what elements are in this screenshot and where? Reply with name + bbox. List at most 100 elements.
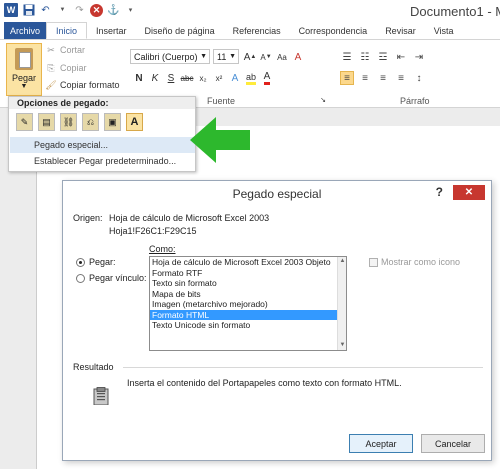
help-button[interactable]: ? (436, 185, 443, 199)
green-arrow-icon (190, 117, 250, 163)
format-list-item[interactable]: Imagen (metarchivo mejorado) (150, 299, 346, 310)
chevron-down-icon: ▼ (200, 53, 207, 60)
scroll-up-icon[interactable]: ▲ (338, 257, 347, 266)
format-listbox[interactable]: Hoja de cálculo de Microsoft Excel 2003 … (149, 256, 347, 351)
align-right-icon[interactable]: ≡ (376, 71, 390, 85)
tab-diseno-pagina[interactable]: Diseño de página (136, 22, 224, 39)
redo-icon[interactable]: ↷ (73, 4, 86, 17)
text-effects-icon[interactable]: A (228, 71, 242, 85)
keep-text-only-icon[interactable]: A (126, 113, 143, 131)
cancel-button[interactable]: Cancelar (421, 434, 485, 453)
format-painter-button[interactable]: 🖌 Copiar formato (45, 79, 120, 91)
font-size-value: 11 (217, 51, 227, 62)
list-tools: ☰ ☷ ☲ ⇤ ⇥ (340, 50, 426, 64)
show-as-icon-checkbox[interactable] (369, 258, 378, 267)
format-list-item[interactable]: Texto Unicode sin formato (150, 320, 346, 331)
link-keep-source-icon[interactable]: ⛓ (60, 113, 77, 131)
align-center-icon[interactable]: ≡ (358, 71, 372, 85)
result-separator (123, 367, 483, 368)
paste-radio[interactable] (76, 258, 85, 267)
window-title: Documento1 - M (410, 4, 500, 19)
format-list-item[interactable]: Formato RTF (150, 268, 346, 279)
scissors-icon: ✂ (47, 44, 55, 55)
format-list-item[interactable]: Mapa de bits (150, 289, 346, 300)
paste-link-radio-label: Pegar vínculo: (89, 273, 147, 283)
tab-inicio[interactable]: Inicio (46, 22, 88, 39)
format-list-item[interactable]: Texto sin formato (150, 278, 346, 289)
font-name-value: Calibri (Cuerpo) (134, 51, 198, 62)
word-logo-icon: W (4, 3, 18, 17)
tab-correspondencia[interactable]: Correspondencia (290, 22, 377, 39)
highlight-icon[interactable]: ab (244, 71, 258, 85)
line-spacing-icon[interactable]: ↕ (412, 71, 426, 85)
paste-button[interactable]: Pegar ▼ (6, 43, 42, 96)
copy-icon: ⎘ (47, 62, 55, 73)
decrease-indent-icon[interactable]: ⇤ (394, 50, 408, 64)
customize-toolbar-icon[interactable]: ▾ (124, 4, 137, 17)
format-painter-label: Copiar formato (60, 80, 120, 90)
show-as-icon-label: Mostrar como icono (381, 257, 461, 267)
chevron-down-icon[interactable]: ▼ (56, 4, 69, 17)
paste-options-header: Opciones de pegado: (9, 97, 195, 109)
font-size-select[interactable]: 11 ▼ (213, 49, 239, 64)
tab-insertar[interactable]: Insertar (87, 22, 136, 39)
bullet-list-icon[interactable]: ☰ (340, 50, 354, 64)
chevron-down-icon: ▼ (20, 83, 28, 90)
copy-button[interactable]: ⎘ Copiar (46, 62, 86, 74)
font-name-select[interactable]: Calibri (Cuerpo) ▼ (130, 49, 210, 64)
ok-button[interactable]: Aceptar (349, 434, 413, 453)
title-bar: W ↶ ▼ ↷ ✕ ⚓ ▾ Documento1 - M (0, 0, 500, 22)
save-icon[interactable] (22, 4, 35, 17)
paste-options-icons: ✎ ▤ ⛓ ⎌ ▣ A (9, 109, 195, 133)
format-list-item-selected[interactable]: Formato HTML (150, 309, 346, 320)
paste-special-menu-item[interactable]: Pegado especial... (10, 137, 195, 153)
grow-font-icon[interactable]: A ▲ (243, 50, 257, 64)
numbered-list-icon[interactable]: ☷ (358, 50, 372, 64)
chevron-down-icon: ▼ (229, 53, 236, 60)
align-left-icon[interactable]: ≡ (340, 71, 354, 85)
subscript-icon[interactable]: x₂ (196, 71, 210, 85)
paste-link-radio[interactable] (76, 274, 85, 283)
align-tools: ≡ ≡ ≡ ≡ ↕ (340, 71, 426, 85)
link-destination-icon[interactable]: ⎌ (82, 113, 99, 131)
font-group-label: Fuente (207, 96, 236, 106)
close-icon[interactable]: ✕ (453, 185, 485, 200)
tab-archivo[interactable]: Archivo (4, 22, 47, 39)
font-dialog-launcher-icon[interactable]: ↘ (318, 95, 328, 105)
set-default-paste-menu-item[interactable]: Establecer Pegar predeterminado... (10, 153, 195, 169)
bold-icon[interactable]: N (132, 71, 146, 85)
tab-revisar[interactable]: Revisar (376, 22, 425, 39)
increase-indent-icon[interactable]: ⇥ (412, 50, 426, 64)
origin-source: Hoja de cálculo de Microsoft Excel 2003 (109, 213, 270, 223)
use-destination-styles-icon[interactable]: ▤ (38, 113, 55, 131)
italic-icon[interactable]: K (148, 71, 162, 85)
justify-icon[interactable]: ≡ (394, 71, 408, 85)
close-document-icon[interactable]: ✕ (90, 3, 103, 17)
listbox-scrollbar[interactable]: ▲ ▼ (337, 257, 346, 350)
anchor-icon[interactable]: ⚓ (107, 4, 120, 17)
shrink-font-icon[interactable]: A ▼ (259, 50, 273, 64)
clipboard-icon (15, 48, 33, 70)
keep-source-format-icon[interactable]: ✎ (16, 113, 33, 131)
origin-label: Origen: (73, 213, 103, 223)
strikethrough-icon[interactable]: abc (180, 71, 194, 85)
multilevel-list-icon[interactable]: ☲ (376, 50, 390, 64)
paintbrush-icon: 🖌 (45, 79, 57, 90)
paste-picture-icon[interactable]: ▣ (104, 113, 121, 131)
scroll-down-icon[interactable]: ▼ (338, 341, 347, 350)
format-list-item[interactable]: Hoja de cálculo de Microsoft Excel 2003 … (150, 257, 346, 268)
change-case-icon[interactable]: Aa (275, 50, 289, 64)
paste-label: Pegar (11, 73, 37, 83)
clear-format-icon[interactable]: A (291, 50, 305, 64)
cut-button[interactable]: ✂ Cortar (46, 44, 85, 56)
tab-referencias[interactable]: Referencias (224, 22, 290, 39)
tab-vista[interactable]: Vista (425, 22, 463, 39)
underline-icon[interactable]: S (164, 71, 178, 85)
superscript-icon[interactable]: x² (212, 71, 226, 85)
paragraph-group-label: Párrafo (400, 96, 430, 106)
font-style-tools: N K S abc x₂ x² A ab A (132, 71, 274, 85)
as-label: Como: (149, 244, 176, 254)
undo-icon[interactable]: ↶ (39, 4, 52, 17)
quick-access-toolbar: W ↶ ▼ ↷ ✕ ⚓ ▾ (4, 3, 137, 17)
font-color-icon[interactable]: A (260, 71, 274, 85)
